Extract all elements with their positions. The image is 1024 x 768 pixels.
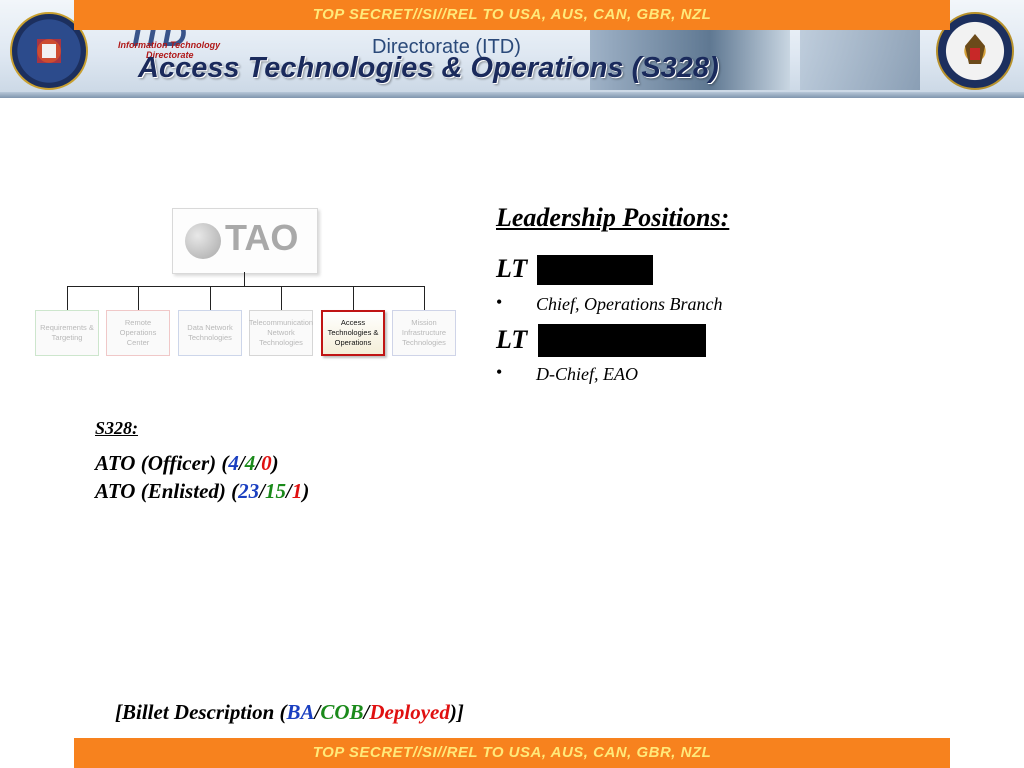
position-rank: LT <box>496 325 528 354</box>
tao-box: TAO <box>172 208 318 274</box>
org-connector <box>67 286 425 287</box>
org-connector <box>244 272 245 286</box>
org-connector <box>281 286 282 310</box>
classification-banner-top: TOP SECRET//SI//REL TO USA, AUS, CAN, GB… <box>74 0 950 30</box>
ato-officer-row: ATO (Officer) (4/4/0) <box>95 451 279 475</box>
org-connector <box>210 286 211 310</box>
org-unit-requirements-targeting: Requirements & Targeting <box>35 310 99 356</box>
leadership-section: Leadership Positions: <box>496 203 1016 233</box>
ato-enlisted-row: ATO (Enlisted) (23/15/1) <box>95 479 310 503</box>
header-divider <box>0 92 1024 98</box>
org-unit-access-technologies-operations: Access Technologies & Operations <box>321 310 385 356</box>
org-unit-remote-operations-center: Remote Operations Center <box>106 310 170 356</box>
org-unit-data-network-technologies: Data Network Technologies <box>178 310 242 356</box>
org-connector <box>424 286 425 310</box>
org-chart: TAO Requirements & Targeting Remote Oper… <box>30 206 470 366</box>
org-unit-telecommunication-network-technologies: Telecommunication Network Technologies <box>249 310 313 356</box>
page-title: Access Technologies & Operations (S328) <box>138 52 719 84</box>
s328-heading: S328: <box>95 418 139 438</box>
org-unit-mission-infrastructure-technologies: Mission Infrastructure Technologies <box>392 310 456 356</box>
redaction-bar <box>537 255 653 285</box>
globe-icon <box>185 223 221 259</box>
leadership-title: Leadership Positions: <box>496 203 730 232</box>
tao-label: TAO <box>225 217 299 258</box>
position-rank: LT <box>496 254 528 283</box>
org-connector <box>353 286 354 310</box>
org-connector <box>67 286 68 310</box>
org-connector <box>138 286 139 310</box>
classification-banner-bottom: TOP SECRET//SI//REL TO USA, AUS, CAN, GB… <box>74 738 950 768</box>
billet-legend: [Billet Description (BA/COB/Deployed)] <box>115 700 464 724</box>
redaction-bar <box>538 324 706 357</box>
